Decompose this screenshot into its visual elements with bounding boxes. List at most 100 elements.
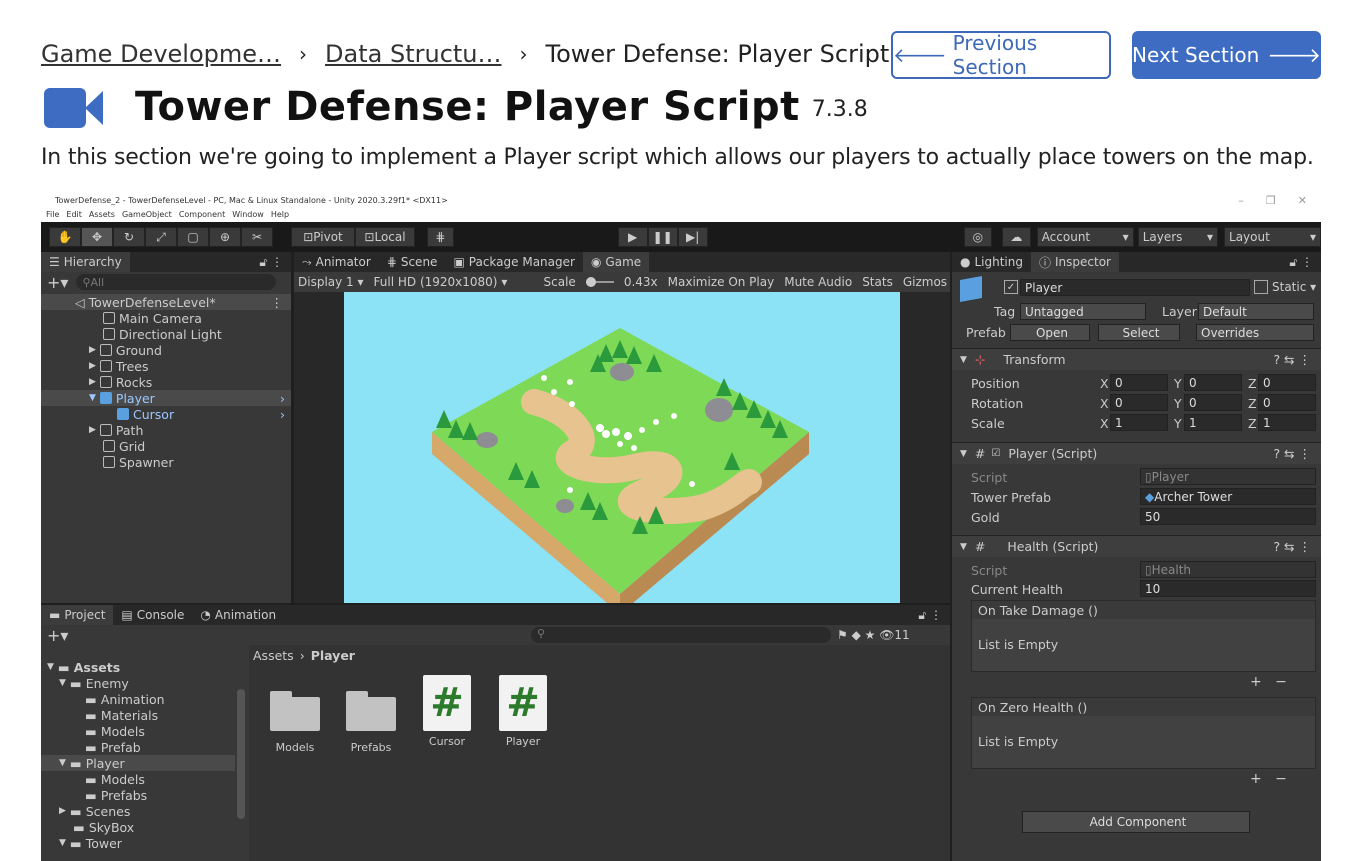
hierarchy-item-cursor[interactable]: Cursor › (41, 406, 291, 422)
hierarchy-item-ground[interactable]: ▶ Ground (41, 342, 162, 358)
tree-folder-assets[interactable]: ▼ ▬ Assets (41, 659, 120, 675)
rect-tool-icon[interactable]: ▢ (177, 227, 209, 247)
slider-knob-icon[interactable] (585, 277, 596, 287)
hierarchy-search-input[interactable]: ⚲ All (76, 274, 277, 290)
collapse-arrow-icon[interactable]: ▼ (960, 542, 967, 552)
hierarchy-scene-row[interactable]: ◁ TowerDefenseLevel* ⋮ (41, 294, 291, 310)
move-tool-icon[interactable]: ✥ (81, 227, 113, 247)
account-dropdown[interactable]: Account ▾ (1036, 227, 1134, 247)
rotation-x-field[interactable]: 0 (1110, 394, 1168, 411)
hierarchy-item-player[interactable]: ▼ Player › (41, 390, 291, 406)
transform-tool-icon[interactable]: ⊕ (209, 227, 241, 247)
tree-folder-player-prefabs[interactable]: ▬ Prefabs (41, 787, 147, 803)
add-component-button[interactable]: Add Component (1022, 811, 1250, 833)
position-y-field[interactable]: 0 (1184, 374, 1242, 391)
tree-folder-skybox[interactable]: ▬ SkyBox (41, 819, 134, 835)
prefab-select-button[interactable]: Select (1098, 324, 1180, 341)
minimize-icon[interactable]: – (1238, 194, 1244, 207)
chevron-right-icon[interactable]: › (280, 391, 285, 406)
layout-dropdown[interactable]: Layout ▾ (1224, 227, 1321, 247)
gold-field[interactable]: 50 (1140, 508, 1316, 525)
hierarchy-item-directional-light[interactable]: Directional Light (41, 326, 222, 342)
mute-audio-toggle[interactable]: Mute Audio (784, 275, 852, 289)
rotation-z-field[interactable]: 0 (1258, 394, 1316, 411)
cloud-icon[interactable]: ☁ (1002, 227, 1031, 247)
menu-help[interactable]: Help (271, 210, 289, 219)
scale-z-field[interactable]: 1 (1258, 414, 1316, 431)
project-search-input[interactable]: ⚲ (531, 627, 831, 643)
collab-icon[interactable]: ◎ (963, 227, 993, 247)
stats-toggle[interactable]: Stats (862, 275, 893, 289)
filter-icons[interactable]: ⚑ ◆ ★ 👁︎11 (837, 628, 910, 642)
lock-icon[interactable]: 🔓︎ ⋮ (259, 255, 283, 270)
asset-folder-prefabs[interactable]: Prefabs (341, 691, 401, 754)
current-health-field[interactable]: 10 (1140, 580, 1316, 597)
scale-tool-icon[interactable]: ⤢ (145, 227, 177, 247)
local-toggle[interactable]: ⊡ Local (355, 227, 415, 247)
restore-icon[interactable]: ❐ (1266, 194, 1276, 207)
pivot-toggle[interactable]: ⊡ Pivot (291, 227, 355, 247)
object-name-field[interactable]: Player (1020, 279, 1250, 296)
collapse-arrow-icon[interactable]: ▼ (89, 393, 96, 403)
tree-folder-scenes[interactable]: ▶ ▬ Scenes (41, 803, 130, 819)
tab-scene[interactable]: ⋕ Scene (379, 252, 446, 272)
tab-game[interactable]: ◉ Game (582, 252, 650, 272)
menu-window[interactable]: Window (232, 210, 264, 219)
play-button[interactable]: ▶ (617, 227, 648, 247)
hierarchy-item-path[interactable]: ▶ Path (41, 422, 143, 438)
static-dropdown[interactable]: Static ▾ (1272, 280, 1316, 294)
layers-dropdown[interactable]: Layers ▾ (1137, 227, 1219, 247)
close-icon[interactable]: ✕ (1298, 194, 1307, 207)
scale-slider[interactable] (585, 277, 614, 287)
tag-dropdown[interactable]: Untagged (1020, 303, 1146, 320)
custom-tool-icon[interactable]: ✂ (241, 227, 273, 247)
component-menu-icon[interactable]: ? ⇆ ⋮ (1273, 446, 1311, 461)
tab-console[interactable]: ▤ Console (113, 605, 192, 625)
rotate-tool-icon[interactable]: ↻ (113, 227, 145, 247)
path-assets[interactable]: Assets (253, 648, 294, 663)
static-checkbox[interactable] (1254, 280, 1268, 294)
breadcrumb-item-chapter[interactable]: Data Structu… (325, 40, 501, 68)
scale-x-field[interactable]: 1 (1110, 414, 1168, 431)
gizmos-dropdown[interactable]: Gizmos (903, 275, 947, 289)
transform-section-header[interactable]: ▼ ⊹ Transform ? ⇆ ⋮ (952, 348, 1321, 370)
event-add-remove-buttons[interactable]: + − (1250, 674, 1287, 690)
player-script-section-header[interactable]: ▼ # ☑ Player (Script) ? ⇆ ⋮ (952, 442, 1321, 464)
previous-section-button[interactable]: 🡐 Previous Section (891, 31, 1111, 79)
expand-arrow-icon[interactable]: ▶ (89, 425, 96, 435)
rotation-y-field[interactable]: 0 (1184, 394, 1242, 411)
path-player[interactable]: Player (311, 648, 355, 663)
tab-project[interactable]: ▬ Project (41, 605, 114, 625)
more-icon[interactable]: ⋮ (271, 295, 284, 310)
expand-arrow-icon[interactable]: ▶ (89, 345, 96, 355)
tree-folder-player-models[interactable]: ▬ Models (41, 771, 145, 787)
create-asset-button[interactable]: +▾ (47, 626, 68, 645)
add-object-button[interactable]: +▾ (47, 273, 68, 292)
tab-inspector[interactable]: ⓘ Inspector (1031, 252, 1119, 272)
hand-tool-icon[interactable]: ✋ (49, 227, 81, 247)
hierarchy-item-trees[interactable]: ▶ Trees (41, 358, 148, 374)
menu-gameobject[interactable]: GameObject (122, 210, 172, 219)
grid-snap-icon[interactable]: ⋕ (427, 227, 454, 247)
prefab-overrides-dropdown[interactable]: Overrides (1196, 324, 1314, 341)
health-script-section-header[interactable]: ▼ # Health (Script) ? ⇆ ⋮ (952, 535, 1321, 557)
chevron-right-icon[interactable]: › (280, 407, 285, 422)
tab-hierarchy[interactable]: ☰ Hierarchy (41, 252, 130, 272)
resolution-dropdown[interactable]: Full HD (1920x1080) ▾ (374, 275, 534, 289)
tab-animator[interactable]: ⤳ Animator (294, 252, 379, 272)
tree-scrollbar[interactable] (237, 689, 245, 819)
asset-folder-models[interactable]: Models (265, 691, 325, 754)
hierarchy-item-rocks[interactable]: ▶ Rocks (41, 374, 152, 390)
pause-button[interactable]: ❚❚ (647, 227, 678, 247)
tab-package-manager[interactable]: ▣ Package Manager (445, 252, 583, 272)
component-menu-icon[interactable]: ? ⇆ ⋮ (1273, 352, 1311, 367)
component-menu-icon[interactable]: ? ⇆ ⋮ (1273, 539, 1311, 554)
menu-edit[interactable]: Edit (66, 210, 82, 219)
tab-animation[interactable]: ◔ Animation (192, 605, 284, 625)
asset-script-player[interactable]: # Player (493, 675, 553, 748)
game-viewport[interactable] (344, 292, 900, 603)
prefab-open-button[interactable]: Open (1010, 324, 1090, 341)
tower-prefab-field[interactable]: ◆ Archer Tower (1140, 488, 1316, 505)
collapse-arrow-icon[interactable]: ▼ (960, 449, 967, 459)
maximize-on-play-toggle[interactable]: Maximize On Play (668, 275, 775, 289)
